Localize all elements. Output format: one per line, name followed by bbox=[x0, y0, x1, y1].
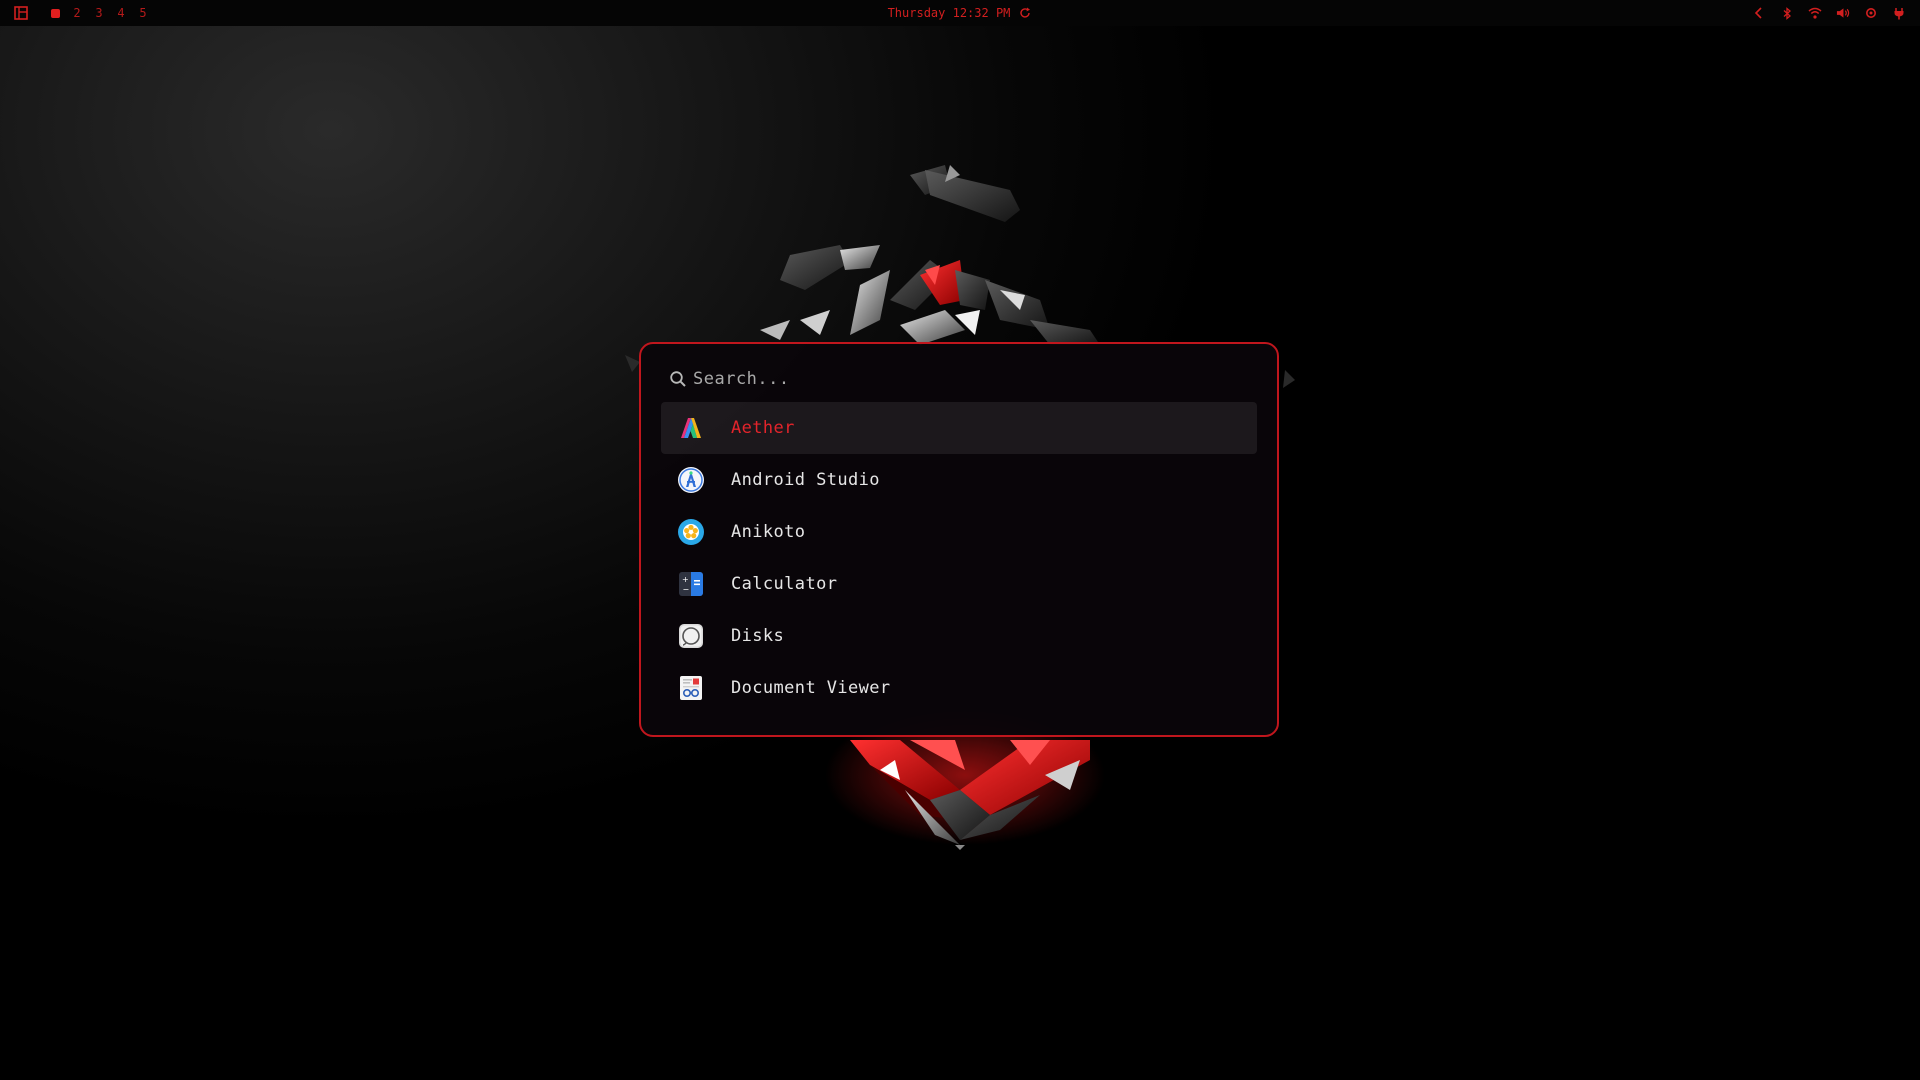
clock[interactable]: Thursday 12:32 PM bbox=[888, 6, 1011, 20]
result-label: Document Viewer bbox=[731, 678, 891, 698]
result-item-disks[interactable]: Disks bbox=[661, 610, 1257, 662]
workspace-2[interactable]: 2 bbox=[66, 6, 88, 20]
android-studio-icon bbox=[677, 466, 705, 494]
workspace-4[interactable]: 4 bbox=[110, 6, 132, 20]
workspace-5[interactable]: 5 bbox=[132, 6, 154, 20]
result-label: Calculator bbox=[731, 574, 838, 594]
power-icon[interactable] bbox=[1892, 6, 1906, 20]
workspace-1[interactable] bbox=[44, 8, 66, 18]
result-label: Aether bbox=[731, 418, 795, 438]
results-list: Aether Android Studio Anikoto + − Calcul… bbox=[661, 402, 1257, 714]
bluetooth-icon[interactable] bbox=[1780, 6, 1794, 20]
active-workspace-indicator bbox=[50, 8, 60, 18]
workspace-3[interactable]: 3 bbox=[88, 6, 110, 20]
desktop: 2 3 4 5 Thursday 12:32 PM Search... Aeth… bbox=[0, 0, 1920, 1080]
result-item-aether[interactable]: Aether bbox=[661, 402, 1257, 454]
top-bar: 2 3 4 5 Thursday 12:32 PM bbox=[0, 0, 1920, 26]
wifi-icon[interactable] bbox=[1808, 6, 1822, 20]
result-label: Disks bbox=[731, 626, 785, 646]
disks-icon bbox=[677, 622, 705, 650]
refresh-icon[interactable] bbox=[1018, 6, 1032, 20]
search-input[interactable] bbox=[691, 368, 1257, 390]
result-item-document-viewer[interactable]: Document Viewer bbox=[661, 662, 1257, 714]
anikoto-icon bbox=[677, 518, 705, 546]
svg-text:+: + bbox=[682, 575, 689, 584]
result-item-calculator[interactable]: + − Calculator bbox=[661, 558, 1257, 610]
result-label: Anikoto bbox=[731, 522, 806, 542]
settings-icon[interactable] bbox=[1864, 6, 1878, 20]
search-icon bbox=[669, 370, 687, 388]
result-label: Android Studio bbox=[731, 470, 880, 490]
volume-icon[interactable] bbox=[1836, 6, 1850, 20]
document-viewer-icon bbox=[677, 674, 705, 702]
result-item-android-studio[interactable]: Android Studio bbox=[661, 454, 1257, 506]
result-item-anikoto[interactable]: Anikoto bbox=[661, 506, 1257, 558]
chevron-left-icon[interactable] bbox=[1752, 6, 1766, 20]
search-bar bbox=[661, 362, 1257, 396]
clock-area: Thursday 12:32 PM bbox=[0, 0, 1920, 26]
calculator-icon: + − bbox=[677, 570, 705, 598]
menu-icon[interactable] bbox=[14, 5, 30, 21]
svg-text:−: − bbox=[683, 585, 690, 594]
system-tray bbox=[1752, 6, 1920, 20]
aether-icon bbox=[677, 414, 705, 442]
workspace-switcher: 2 3 4 5 bbox=[0, 5, 154, 21]
app-launcher: Aether Android Studio bbox=[639, 342, 1279, 737]
